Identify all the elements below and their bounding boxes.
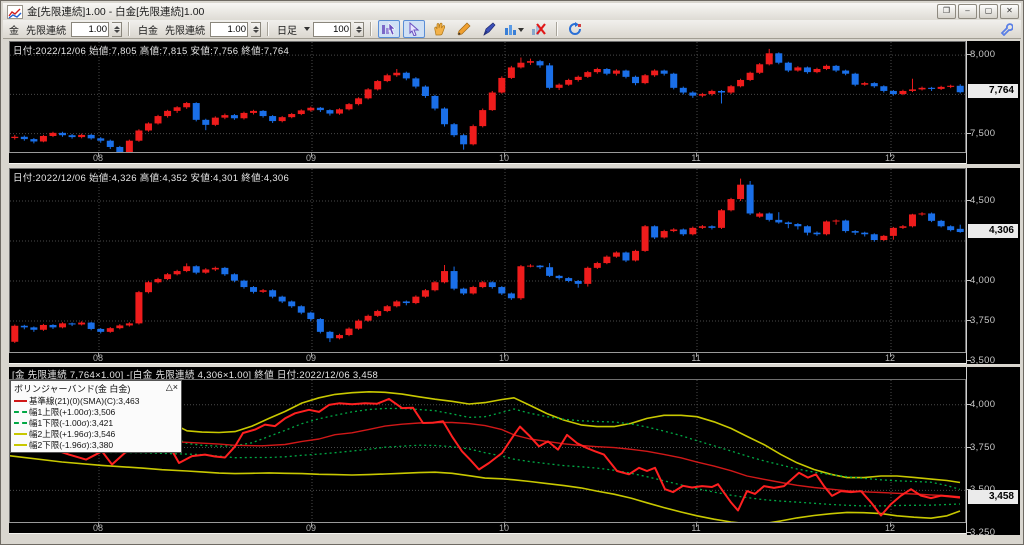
- x-axis-month-label: 12: [884, 153, 895, 163]
- band2-lower-swatch: [14, 443, 27, 446]
- x-axis-month-label: 09: [305, 353, 316, 363]
- x-axis-month-label: 11: [691, 353, 701, 363]
- x-axis-month-label: 08: [92, 353, 103, 363]
- legend-item: 基準線(21)(0)(SMA)(C):3,463: [14, 395, 178, 406]
- pen-tool-button[interactable]: [478, 20, 500, 38]
- platinum-x-axis: 08 09 10 11 12: [9, 352, 966, 364]
- gold-ohlc-readout: 日付:2022/12/06 始値:7,805 高値:7,815 安値:7,756…: [13, 46, 290, 57]
- band1-lower-swatch: [14, 421, 27, 424]
- gold-ratio-input[interactable]: 1.00: [71, 21, 109, 37]
- spread-x-axis: 08 09 10 11 12: [9, 522, 966, 534]
- settings-wrench-icon[interactable]: [995, 20, 1017, 38]
- spread-y-axis: 4,0003,7503,5003,2503,458: [966, 367, 1020, 538]
- select-tool-button[interactable]: [403, 20, 425, 38]
- y-axis-label: 3,500: [970, 354, 996, 366]
- y-axis-label: 7,500: [970, 127, 996, 139]
- gold-chart-plot[interactable]: 日付:2022/12/06 始値:7,805 高値:7,815 安値:7,756…: [9, 41, 966, 153]
- app-icon: [7, 4, 23, 19]
- legend-collapse-close-buttons[interactable]: △×: [166, 382, 178, 395]
- y-axis-label: 8,000: [970, 49, 996, 61]
- platinum-ohlc-readout: 日付:2022/12/06 始値:4,326 高値:4,352 安値:4,301…: [13, 173, 290, 184]
- platinum-ratio-input[interactable]: 1.00: [210, 21, 248, 37]
- x-axis-month-label: 12: [884, 523, 895, 533]
- app-window: 金[先限連続]1.00 - 白金[先限連続]1.00 ❐ – ▢ ✕ 金 先限連…: [0, 0, 1024, 545]
- gold-x-axis: 08 09 10 11 12: [9, 152, 966, 164]
- x-axis-month-label: 09: [305, 523, 316, 533]
- minimize-button[interactable]: –: [958, 4, 977, 19]
- maximize-button[interactable]: ▢: [979, 4, 998, 19]
- indicator-chart-tool-button[interactable]: [503, 20, 525, 38]
- x-axis-month-label: 10: [498, 523, 509, 533]
- current-price-tag: 3,458: [968, 489, 1018, 504]
- gold-ratio-spinner[interactable]: [112, 21, 122, 37]
- platinum-y-axis: 4,500 4,000 3,750 3,500 4,306: [966, 168, 1020, 366]
- legend-item: 幅2上限(+1.96σ):3,546: [14, 428, 178, 439]
- toolbar: 金 先限連続 1.00 白金 先限連続 1.00 日足 100: [3, 20, 1021, 39]
- platinum-symbol-label: 白金: [138, 25, 158, 37]
- band1-upper-swatch: [14, 410, 27, 413]
- gold-series-label: 先限連続: [26, 25, 66, 37]
- gold-y-axis: 8,000 7,500 7,764: [966, 41, 1020, 164]
- x-axis-month-label: 09: [305, 153, 316, 163]
- window-title: 金[先限連続]1.00 - 白金[先限連続]1.00: [27, 6, 205, 18]
- y-axis-label: 4,000: [970, 398, 996, 410]
- chevron-down-icon[interactable]: [304, 27, 310, 31]
- platinum-ratio-spinner[interactable]: [251, 21, 261, 37]
- x-axis-month-label: 11: [691, 523, 701, 533]
- legend-title: ボリンジャーバンド(金 白金): [14, 384, 131, 394]
- chart-cursor-tool-button[interactable]: [378, 20, 400, 38]
- bollinger-legend: ボリンジャーバンド(金 白金) △× 基準線(21)(0)(SMA)(C):3,…: [10, 380, 182, 453]
- current-price-tag: 7,764: [968, 84, 1018, 99]
- gold-symbol-label: 金: [9, 25, 19, 37]
- platinum-series-label: 先限連続: [165, 25, 205, 37]
- x-axis-month-label: 10: [498, 353, 509, 363]
- close-button[interactable]: ✕: [1000, 4, 1019, 19]
- refresh-tool-button[interactable]: [564, 20, 586, 38]
- x-axis-month-label: 08: [92, 523, 103, 533]
- y-axis-label: 4,500: [970, 194, 996, 206]
- y-axis-label: 3,750: [970, 441, 996, 453]
- legend-item: 幅2下限(-1.96σ):3,380: [14, 439, 178, 450]
- x-axis-month-label: 10: [498, 153, 509, 163]
- sma-line-swatch: [14, 399, 27, 402]
- y-axis-label: 3,750: [970, 314, 996, 326]
- x-axis-month-label: 11: [691, 153, 701, 163]
- legend-item: 幅1下限(-1.00σ):3,421: [14, 417, 178, 428]
- title-bar: 金[先限連続]1.00 - 白金[先限連続]1.00 ❐ – ▢ ✕: [3, 3, 1021, 20]
- period-dropdown[interactable]: 日足: [277, 22, 297, 37]
- current-price-tag: 4,306: [968, 224, 1018, 239]
- pencil-tool-button[interactable]: [453, 20, 475, 38]
- delete-drawing-tool-button[interactable]: [528, 20, 550, 38]
- y-axis-label: 4,000: [970, 274, 996, 286]
- legend-item: 幅1上限(+1.00σ):3,506: [14, 406, 178, 417]
- pan-tool-button[interactable]: [428, 20, 450, 38]
- bar-count-spinner[interactable]: [354, 21, 364, 37]
- band2-upper-swatch: [14, 432, 27, 435]
- x-axis-month-label: 12: [884, 353, 895, 363]
- float-window-button[interactable]: ❐: [937, 4, 956, 19]
- platinum-chart-plot[interactable]: 日付:2022/12/06 始値:4,326 高値:4,352 安値:4,301…: [9, 168, 966, 353]
- window-bottom-edge: [3, 536, 1021, 544]
- x-axis-month-label: 08: [92, 153, 103, 163]
- spread-header-bar: [金 先限連続 7,764×1.00] -[白金 先限連続 4,306×1.00…: [9, 367, 966, 381]
- bar-count-input[interactable]: 100: [313, 21, 351, 37]
